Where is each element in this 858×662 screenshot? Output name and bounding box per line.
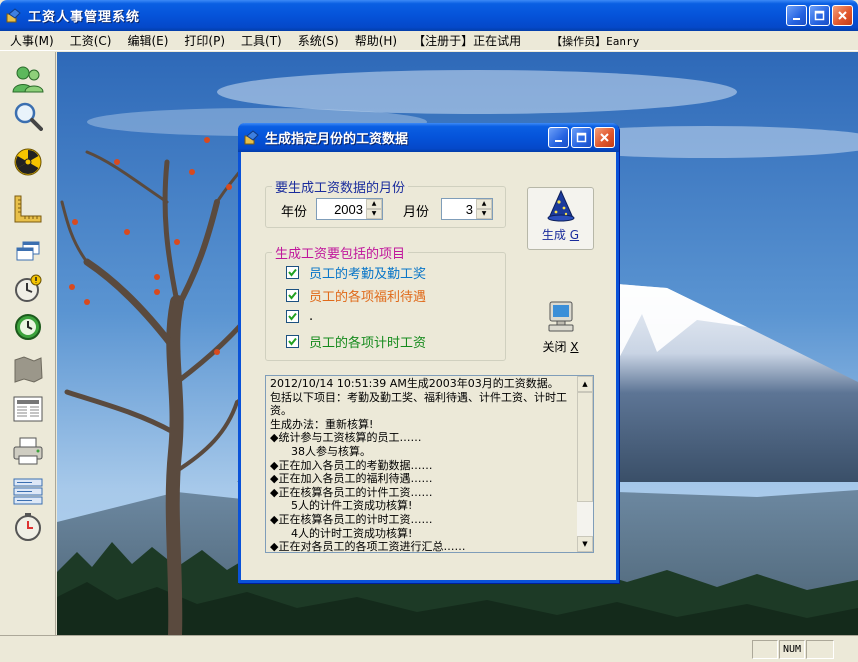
list-button[interactable] [10, 474, 46, 508]
year-value[interactable]: 2003 [317, 202, 366, 217]
item-piecework-checkbox[interactable]: . [286, 309, 313, 324]
map-button[interactable] [10, 352, 46, 386]
dialog-close-action-button[interactable]: 关闭 X [527, 295, 594, 361]
scroll-thumb[interactable] [577, 392, 593, 502]
log-text: 2012/10/14 10:51:39 AM生成2003年03月的工资数据。 包… [270, 377, 567, 553]
maximize-button[interactable] [809, 5, 830, 26]
alarm-clock-button[interactable] [10, 272, 46, 306]
menu-system[interactable]: 系统(S) [290, 32, 347, 49]
ruler-button[interactable] [10, 192, 46, 226]
operator-status: 【操作员】Eanry [551, 34, 640, 48]
wizard-hat-icon [547, 190, 574, 222]
menu-personnel[interactable]: 人事(M) [0, 32, 62, 49]
status-bar: NUM [0, 635, 858, 662]
generate-salary-dialog: 生成指定月份的工资数据 要生成工资数据的月份 年份 2003 ▲ ▼ 月份 3 … [238, 123, 619, 583]
window-title: 工资人事管理系统 [28, 10, 141, 25]
registration-status: 【注册于】正在试用 [413, 34, 522, 48]
search-button[interactable] [10, 99, 46, 133]
search-icon [14, 102, 43, 131]
month-group-legend: 要生成工资数据的月份 [272, 177, 409, 196]
maximize-icon [814, 10, 825, 21]
left-toolbar [0, 52, 56, 635]
status-pane-caps [752, 640, 778, 659]
item-label: 员工的考勤及勤工奖 [309, 267, 427, 282]
generate-label: 生成 [541, 228, 566, 242]
dialog-app-icon [244, 129, 259, 144]
dialog-maximize-button[interactable] [571, 127, 592, 148]
minimize-button[interactable] [786, 5, 807, 26]
dialog-title-bar[interactable]: 生成指定月份的工资数据 [238, 123, 619, 152]
minimize-icon [793, 18, 800, 20]
windows-icon [16, 241, 40, 261]
year-label: 年份 [281, 205, 308, 220]
clock-button[interactable] [10, 310, 46, 344]
log-textarea[interactable]: 2012/10/14 10:51:39 AM生成2003年03月的工资数据。 包… [265, 375, 594, 553]
scroll-up-arrow[interactable]: ▲ [577, 376, 593, 392]
item-welfare-checkbox[interactable]: 员工的各项福利待遇 [286, 286, 426, 305]
menu-edit[interactable]: 编辑(E) [119, 32, 176, 49]
item-attendance-checkbox[interactable]: 员工的考勤及勤工奖 [286, 263, 426, 282]
close-icon [838, 11, 847, 20]
newspaper-icon [13, 396, 43, 422]
menu-bar: 人事(M) 工资(C) 编辑(E) 打印(P) 工具(T) 系统(S) 帮助(H… [0, 31, 858, 51]
item-hourly-checkbox[interactable]: 员工的各项计时工资 [286, 332, 426, 351]
item-label: . [309, 309, 314, 324]
clock-icon [15, 314, 41, 340]
alarm-clock-icon [15, 274, 42, 302]
status-pane-num: NUM [779, 640, 805, 659]
timer-button[interactable] [10, 510, 46, 544]
log-scrollbar[interactable]: ▲ ▼ [577, 376, 593, 552]
month-value[interactable]: 3 [442, 202, 476, 217]
timer-icon [15, 513, 41, 541]
checkbox-box[interactable] [286, 335, 299, 348]
status-pane-scroll [806, 640, 834, 659]
menu-tools[interactable]: 工具(T) [233, 32, 290, 49]
items-group-legend: 生成工资要包括的项目 [272, 243, 409, 262]
menu-print[interactable]: 打印(P) [176, 32, 233, 49]
radiation-button[interactable] [10, 145, 46, 179]
users-button[interactable] [10, 62, 46, 96]
item-label: 员工的各项计时工资 [309, 336, 427, 351]
minimize-icon [555, 140, 562, 142]
dialog-title: 生成指定月份的工资数据 [265, 132, 409, 147]
checkbox-box[interactable] [286, 289, 299, 302]
users-icon [12, 66, 44, 93]
year-spinner[interactable]: 2003 ▲ ▼ [316, 198, 383, 220]
close-key: X [570, 340, 579, 354]
close-label: 关闭 [542, 340, 567, 354]
year-down-arrow[interactable]: ▼ [366, 209, 382, 219]
map-icon [14, 356, 43, 383]
month-up-arrow[interactable]: ▲ [476, 199, 492, 209]
main-title-bar[interactable]: 工资人事管理系统 [0, 0, 858, 31]
close-button[interactable] [832, 5, 853, 26]
checkbox-box[interactable] [286, 310, 299, 323]
newspaper-button[interactable] [10, 392, 46, 426]
generate-button[interactable]: 生成 G [527, 187, 594, 250]
menu-help[interactable]: 帮助(H) [347, 32, 405, 49]
month-label: 月份 [403, 205, 430, 220]
app-icon [6, 7, 21, 22]
menu-salary[interactable]: 工资(C) [62, 32, 120, 49]
month-down-arrow[interactable]: ▼ [476, 209, 492, 219]
list-icon [13, 478, 43, 505]
dialog-minimize-button[interactable] [548, 127, 569, 148]
computer-icon [548, 301, 573, 332]
dialog-close-button[interactable] [594, 127, 615, 148]
maximize-icon [576, 132, 587, 143]
generate-key: G [569, 228, 580, 242]
item-label: 员工的各项福利待遇 [309, 290, 427, 305]
year-up-arrow[interactable]: ▲ [366, 199, 382, 209]
scroll-down-arrow[interactable]: ▼ [577, 536, 593, 552]
radiation-icon [14, 148, 42, 176]
checkbox-box[interactable] [286, 266, 299, 279]
ruler-icon [14, 195, 42, 223]
printer-button[interactable] [10, 434, 46, 468]
month-spinner[interactable]: 3 ▲ ▼ [441, 198, 493, 220]
windows-button[interactable] [10, 234, 46, 268]
printer-icon [13, 437, 43, 465]
close-icon [600, 133, 609, 142]
